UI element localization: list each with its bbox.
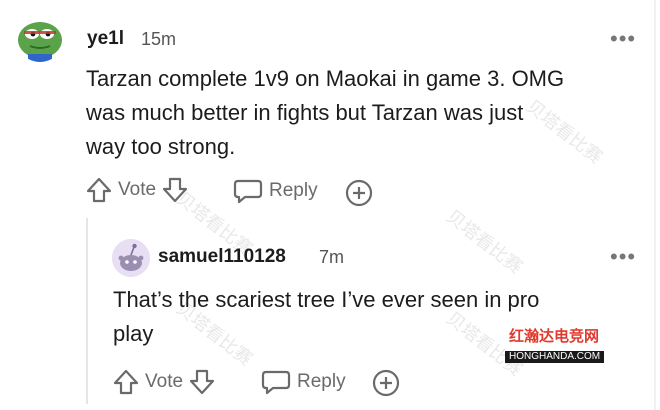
upvote-icon[interactable] — [113, 368, 139, 396]
brand-name: 红瀚达电竞网 — [508, 329, 599, 345]
comment-author[interactable]: samuel110128 — [158, 246, 286, 268]
reply-icon — [233, 177, 263, 205]
comment-body-line: That’s the scariest tree I’ve ever seen … — [113, 287, 540, 312]
comment-body-line: was much better in fights but Tarzan was… — [86, 100, 524, 125]
reply-icon — [261, 368, 291, 396]
vote-label: Vote — [118, 179, 157, 200]
upvote-icon[interactable] — [86, 176, 112, 204]
award-button[interactable] — [371, 368, 401, 398]
comment-author[interactable]: ye1l — [87, 28, 124, 50]
page-edge — [654, 0, 656, 410]
vote-controls: Vote — [86, 176, 188, 204]
site-brand-logo: 红瀚达电竞网 HONGHANDA.COM — [505, 328, 605, 364]
comment-body-line: way too strong. — [86, 134, 236, 159]
avatar[interactable] — [112, 239, 150, 277]
plus-icon — [344, 178, 374, 208]
more-options-button[interactable]: ••• — [610, 246, 636, 268]
comment-body: Tarzan complete 1v9 on Maokai in game 3.… — [86, 62, 646, 164]
snoo-avatar-icon — [112, 239, 150, 277]
avatar[interactable] — [16, 14, 64, 62]
downvote-icon[interactable] — [162, 176, 188, 204]
reply-button[interactable]: Reply — [233, 177, 318, 205]
reply-label: Reply — [269, 180, 318, 201]
vote-controls: Vote — [113, 368, 215, 396]
brand-domain: HONGHANDA.COM — [505, 351, 605, 363]
pepe-avatar-icon — [16, 14, 64, 62]
plus-icon — [371, 368, 401, 398]
reply-button[interactable]: Reply — [261, 368, 346, 396]
award-button[interactable] — [344, 178, 374, 208]
downvote-icon[interactable] — [189, 368, 215, 396]
reply-label: Reply — [297, 371, 346, 392]
thread-line — [86, 218, 88, 404]
comment-age: 15m — [141, 29, 177, 49]
more-options-button[interactable]: ••• — [610, 28, 636, 50]
vote-label: Vote — [145, 371, 184, 392]
comment-body-line: Tarzan complete 1v9 on Maokai in game 3.… — [86, 66, 565, 91]
comment-age: 7m — [319, 247, 345, 267]
watermark: 贝塔看比赛 — [442, 206, 527, 278]
